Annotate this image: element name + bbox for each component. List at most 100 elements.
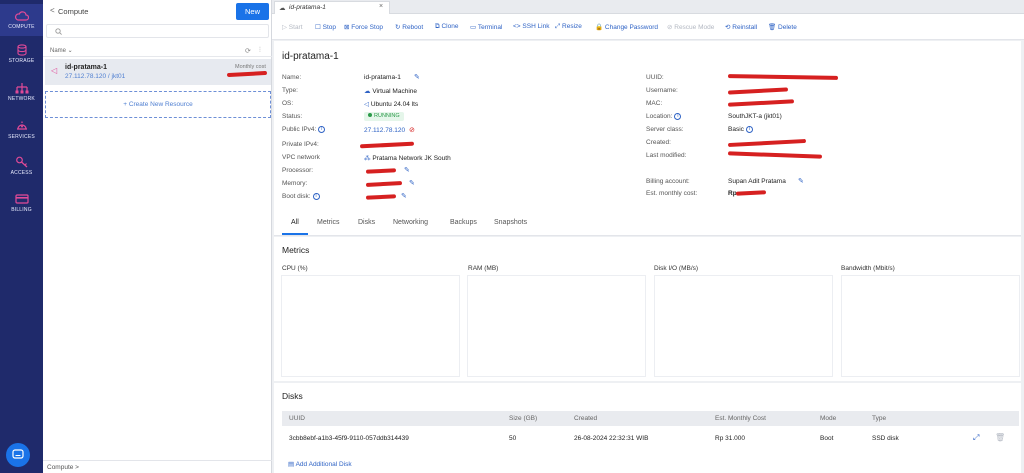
new-button[interactable]: New bbox=[236, 3, 269, 20]
public-ipv4-label: Public IPv4: bbox=[282, 126, 317, 134]
key-icon bbox=[15, 156, 27, 168]
mac-label: MAC: bbox=[646, 100, 663, 107]
ban-icon[interactable]: ⊘ bbox=[409, 126, 415, 134]
edit-name-pencil-icon[interactable]: ✎ bbox=[414, 73, 420, 81]
terminal-button[interactable]: ▭ Terminal bbox=[470, 23, 502, 31]
chat-button[interactable] bbox=[6, 443, 30, 467]
reinstall-button[interactable]: ⟲ Reinstall bbox=[725, 23, 757, 31]
trash-icon[interactable]: 🗑 bbox=[995, 433, 1005, 442]
footer-compute-link[interactable]: Compute > bbox=[47, 464, 79, 471]
services-icon bbox=[16, 121, 27, 130]
panel-header: < Compute New bbox=[43, 0, 272, 22]
refresh-icon[interactable]: ⟳ bbox=[245, 47, 251, 55]
edit-memory-pencil-icon[interactable]: ✎ bbox=[409, 179, 415, 187]
filter-icon[interactable]: ⫶ bbox=[259, 47, 261, 55]
action-toolbar: ▷ Start ☐ Stop ⊠ Force Stop ↻ Reboot ⧉ C… bbox=[272, 14, 1024, 40]
nav-item-compute[interactable]: COMPUTE bbox=[0, 4, 43, 36]
reboot-button[interactable]: ↻ Reboot bbox=[395, 23, 423, 31]
edit-boot-disk-pencil-icon[interactable]: ✎ bbox=[401, 192, 407, 200]
tab-metrics[interactable]: Metrics bbox=[317, 219, 340, 226]
search-input[interactable] bbox=[46, 24, 269, 38]
disk-io-chart-label: Disk I/O (MB/s) bbox=[654, 265, 699, 272]
col-uuid: UUID bbox=[289, 415, 305, 422]
stop-button[interactable]: ☐ Stop bbox=[315, 23, 336, 31]
rescue-mode-button[interactable]: ⊘ Rescue Mode bbox=[667, 23, 714, 31]
panel-footer: Compute > bbox=[43, 460, 272, 473]
panel-title: Compute bbox=[58, 7, 89, 16]
disk-cost: Rp 31.000 bbox=[715, 435, 745, 442]
resource-name: id-pratama-1 bbox=[65, 64, 108, 71]
create-resource-button[interactable]: + Create New Resource bbox=[45, 91, 271, 118]
tab-snapshots[interactable]: Snapshots bbox=[494, 219, 527, 226]
disks-table-header: UUID Size (GB) Created Est. Monthly Cost… bbox=[282, 411, 1019, 426]
resize-button[interactable]: ⤢ Resize bbox=[555, 23, 582, 31]
billing-account-label: Billing account: bbox=[646, 178, 690, 185]
nav-item-services[interactable]: SERVICES bbox=[0, 120, 43, 148]
close-icon[interactable]: × bbox=[379, 3, 383, 10]
memory-label: Memory: bbox=[282, 180, 308, 187]
nav-label: SERVICES bbox=[8, 134, 35, 140]
info-icon[interactable]: i bbox=[745, 126, 753, 133]
edit-processor-pencil-icon[interactable]: ✎ bbox=[404, 166, 410, 174]
nav-item-billing[interactable]: BILLING bbox=[0, 193, 43, 221]
disk-created: 26-08-2024 22:32:31 WIB bbox=[574, 435, 649, 442]
disk-icon: ▤ bbox=[288, 461, 296, 468]
chat-icon bbox=[12, 449, 24, 459]
expand-icon[interactable]: ⤢ bbox=[973, 433, 979, 443]
boot-disk-label: Boot disk: bbox=[282, 193, 311, 201]
private-ipv4-label: Private IPv4: bbox=[282, 141, 319, 148]
sort-name-column[interactable]: Name ⌄ bbox=[50, 47, 73, 54]
cloud-icon bbox=[14, 11, 29, 21]
tab-bar: ☁ id-pratama-1 × bbox=[272, 0, 1024, 14]
change-password-button[interactable]: 🔒 Change Password bbox=[595, 23, 658, 31]
redaction-mark bbox=[226, 70, 268, 78]
nav-label: BILLING bbox=[11, 207, 32, 213]
disks-card bbox=[274, 383, 1021, 473]
main-area: ☁ id-pratama-1 × ▷ Start ☐ Stop ⊠ Force … bbox=[272, 0, 1024, 473]
nav-label: ACCESS bbox=[10, 170, 33, 176]
os-label: OS: bbox=[282, 100, 294, 107]
info-icon[interactable]: i bbox=[674, 113, 682, 120]
vpc-label: VPC network bbox=[282, 154, 320, 161]
force-stop-button[interactable]: ⊠ Force Stop bbox=[344, 23, 383, 31]
tab-all[interactable]: All bbox=[291, 219, 299, 226]
network-icon bbox=[15, 83, 28, 94]
nav-item-access[interactable]: ACCESS bbox=[0, 156, 43, 184]
nav-item-storage[interactable]: STORAGE bbox=[0, 44, 43, 72]
ssh-link-button[interactable]: <> SSH Link bbox=[513, 23, 550, 30]
edit-billing-pencil-icon[interactable]: ✎ bbox=[798, 177, 804, 185]
col-created: Created bbox=[574, 415, 598, 422]
col-cost: Est. Monthly Cost bbox=[715, 415, 766, 422]
name-label: Name: bbox=[282, 74, 302, 81]
tab-backups[interactable]: Backups bbox=[450, 219, 477, 226]
disk-uuid: 3cbb8ebf-a1b3-45f9-9110-057ddb314439 bbox=[289, 435, 409, 442]
created-label: Created: bbox=[646, 139, 671, 146]
info-icon[interactable]: i bbox=[312, 193, 320, 200]
back-chevron-icon[interactable]: < bbox=[50, 6, 55, 15]
info-icon[interactable]: i bbox=[318, 126, 326, 133]
start-button[interactable]: ▷ Start bbox=[282, 23, 303, 31]
delete-button[interactable]: 🗑 Delete bbox=[768, 23, 797, 31]
resource-title: id-pratama-1 bbox=[282, 51, 339, 62]
nav-label: COMPUTE bbox=[8, 24, 35, 30]
uuid-label: UUID: bbox=[646, 74, 664, 81]
last-modified-label: Last modified: bbox=[646, 152, 687, 159]
type-value: Virtual Machine bbox=[372, 88, 417, 95]
type-row: ☁ Virtual Machine bbox=[364, 87, 417, 95]
clone-button[interactable]: ⧉ Clone bbox=[435, 23, 458, 31]
nav-label: NETWORK bbox=[8, 96, 35, 102]
tab-networking[interactable]: Networking bbox=[393, 219, 428, 226]
public-ipv4-value[interactable]: 27.112.78.120 bbox=[364, 127, 405, 134]
ram-chart-label: RAM (MB) bbox=[468, 265, 499, 272]
bandwidth-chart-label: Bandwidth (Mbit/s) bbox=[841, 265, 895, 272]
tab-disks[interactable]: Disks bbox=[358, 219, 375, 226]
col-mode: Mode bbox=[820, 415, 837, 422]
nav-label: STORAGE bbox=[8, 58, 35, 64]
nav-item-network[interactable]: NETWORK bbox=[0, 82, 43, 110]
credit-card-icon bbox=[14, 194, 29, 204]
status-value: RUNNING bbox=[374, 113, 400, 119]
create-resource-label: + Create New Resource bbox=[123, 101, 193, 108]
add-disk-button[interactable]: ▤ Add Additional Disk bbox=[288, 460, 352, 468]
resource-row[interactable]: ◁ id-pratama-1 27.112.78.120 / jkt01 Mon… bbox=[45, 59, 271, 85]
tab-id-pratama-1[interactable]: ☁ id-pratama-1 × bbox=[274, 1, 390, 14]
